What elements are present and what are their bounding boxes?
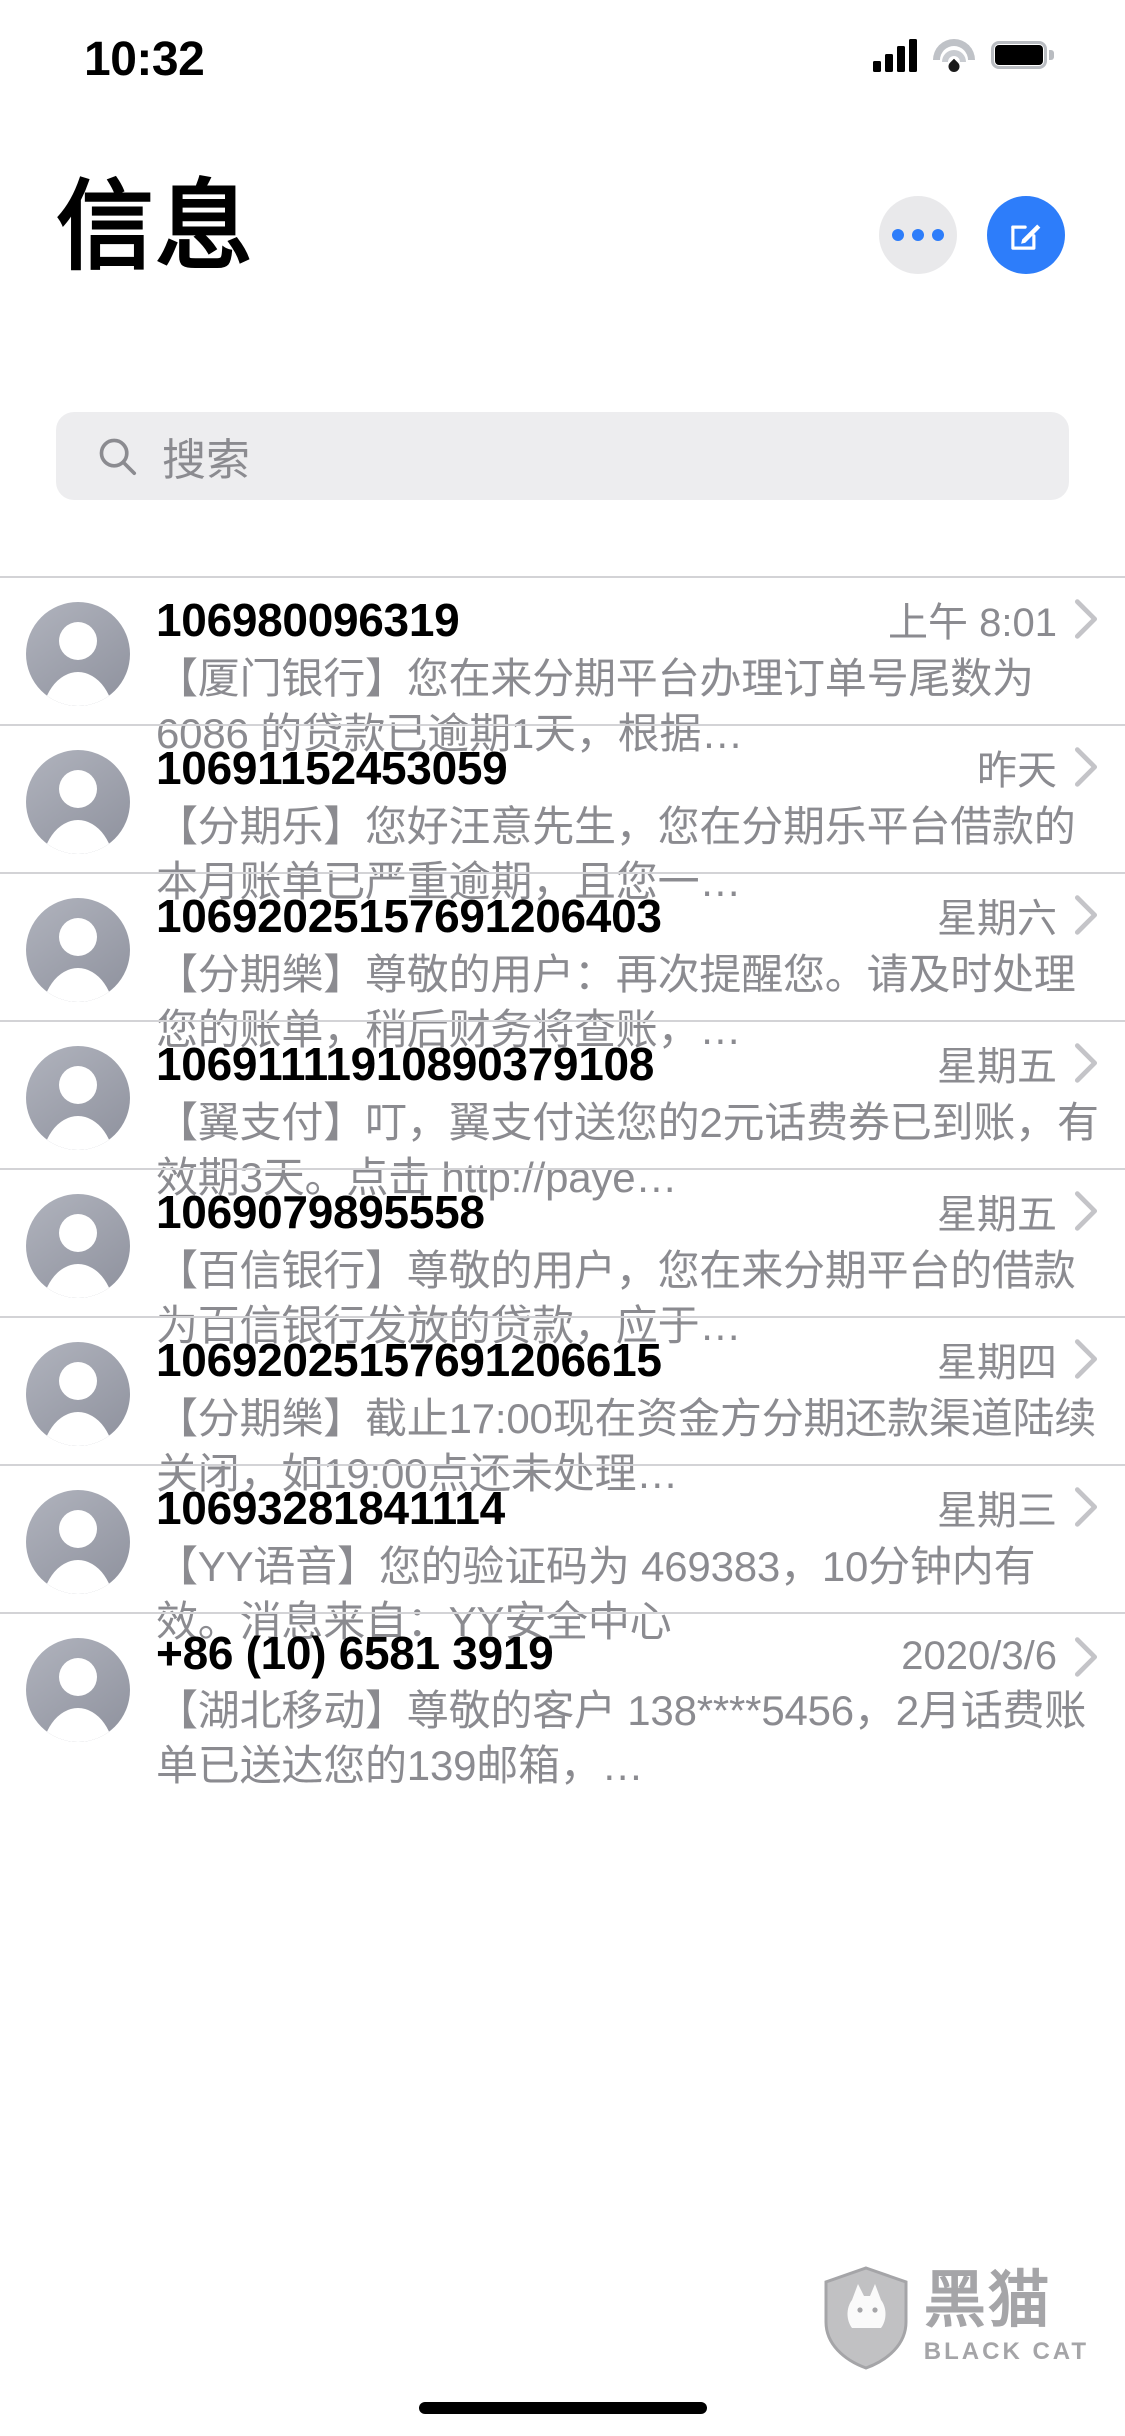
- conversation-sender: 10691152453059: [156, 742, 508, 794]
- conversation-meta: 星期四: [925, 1330, 1099, 1388]
- conversation-row[interactable]: 10693281841114 星期三 【YY语音】您的验证码为 469383，10分…: [0, 1464, 1125, 1645]
- conversation-row[interactable]: 106980096319 上午 8:01 【厦门银行】您在来分期平台办理订单号尾数为…: [0, 576, 1125, 757]
- conversation-sender: 10691111910890379108: [156, 1038, 655, 1090]
- home-indicator[interactable]: [418, 2402, 707, 2414]
- conversation-list: 106980096319 上午 8:01 【厦门银行】您在来分期平台办理订单号尾数为…: [0, 576, 1125, 1789]
- chevron-right-icon[interactable]: [1073, 1041, 1099, 1085]
- conversation-header: 106980096319 上午 8:01: [156, 590, 1099, 648]
- watermark-cn-label: 黑猫: [923, 2266, 1052, 2335]
- conversation-meta: 2020/3/6: [889, 1634, 1099, 1679]
- conversation-timestamp: 星期五: [937, 1045, 1057, 1089]
- chevron-right-icon[interactable]: [1073, 597, 1099, 641]
- conversation-row[interactable]: 10692025157691206615 星期四 【分期樂】截止17:00现在资金方…: [0, 1316, 1125, 1497]
- messages-app-screen: 10:32 信息 搜索 106980096319 上午 8:01 【厦门银行】您…: [0, 0, 1125, 2436]
- conversation-timestamp: 上午 8:01: [888, 601, 1057, 645]
- conversation-meta: 昨天: [965, 738, 1099, 796]
- conversation-header: 10691111910890379108 星期五: [156, 1034, 1099, 1092]
- conversation-row[interactable]: 10692025157691206403 星期六 【分期樂】尊敬的用户：再次提醒您。…: [0, 872, 1125, 1053]
- conversation-sender: 10692025157691206615: [156, 1334, 662, 1386]
- avatar: [0, 1464, 156, 1594]
- conversation-row[interactable]: +86 (10) 6581 3919 2020/3/6 【湖北移动】尊敬的客户 13…: [0, 1612, 1125, 1789]
- compose-message-button[interactable]: [987, 196, 1065, 274]
- avatar: [0, 576, 156, 706]
- conversation-meta: 星期三: [925, 1478, 1099, 1536]
- search-input-placeholder[interactable]: 搜索: [162, 424, 250, 488]
- conversation-header: 1069079895558 星期五: [156, 1182, 1099, 1240]
- conversation-sender: 106980096319: [156, 594, 460, 646]
- more-options-button[interactable]: [879, 196, 957, 274]
- conversation-meta: 星期五: [925, 1182, 1099, 1240]
- black-cat-watermark: 黑猫 BLACK CAT: [822, 2266, 1089, 2370]
- signal-bars-icon: [873, 38, 917, 72]
- conversation-content: +86 (10) 6581 3919 2020/3/6 【湖北移动】尊敬的客户 13…: [156, 1612, 1125, 1793]
- watermark-text: 黑猫 BLACK CAT: [924, 2270, 1089, 2366]
- chevron-right-icon[interactable]: [1073, 745, 1099, 789]
- default-contact-avatar-icon: [26, 1342, 130, 1446]
- conversation-sender: 10692025157691206403: [156, 890, 662, 942]
- conversation-header: +86 (10) 6581 3919 2020/3/6: [156, 1626, 1099, 1680]
- watermark-en-label: BLACK CAT: [923, 2338, 1089, 2365]
- search-bar[interactable]: 搜索: [56, 412, 1069, 500]
- black-cat-shield-logo: [824, 2266, 908, 2370]
- page-title: 信息: [56, 171, 255, 281]
- conversation-timestamp: 昨天: [977, 749, 1057, 793]
- conversation-header: 10692025157691206615 星期四: [156, 1330, 1099, 1388]
- conversation-header: 10691152453059 昨天: [156, 738, 1099, 796]
- chevron-right-icon[interactable]: [1073, 893, 1099, 937]
- default-contact-avatar-icon: [26, 750, 130, 854]
- status-bar: 10:32: [0, 0, 1125, 132]
- default-contact-avatar-icon: [26, 1194, 130, 1298]
- conversation-header: 10692025157691206403 星期六: [156, 886, 1099, 944]
- default-contact-avatar-icon: [26, 602, 130, 706]
- chevron-right-icon[interactable]: [1073, 1485, 1099, 1529]
- conversation-meta: 星期五: [925, 1034, 1099, 1092]
- conversation-timestamp: 星期六: [937, 897, 1057, 941]
- conversation-timestamp: 星期三: [937, 1489, 1057, 1533]
- compose-pencil-icon: [1011, 224, 1041, 250]
- conversation-meta: 上午 8:01: [876, 590, 1099, 648]
- page-header: 信息: [0, 170, 1125, 300]
- conversation-timestamp: 星期四: [937, 1341, 1057, 1385]
- default-contact-avatar-icon: [26, 898, 130, 1002]
- conversation-timestamp: 2020/3/6: [901, 1634, 1057, 1678]
- conversation-row[interactable]: 10691152453059 昨天 【分期乐】您好汪意先生，您在分期乐平台借款的本月…: [0, 724, 1125, 905]
- conversation-header: 10693281841114 星期三: [156, 1478, 1099, 1536]
- wifi-icon: [933, 39, 975, 75]
- conversation-meta: 星期六: [925, 886, 1099, 944]
- default-contact-avatar-icon: [26, 1638, 130, 1742]
- avatar: [0, 724, 156, 854]
- chevron-right-icon[interactable]: [1073, 1189, 1099, 1233]
- status-bar-indicators: [873, 38, 1054, 75]
- avatar: [0, 1168, 156, 1298]
- avatar: [0, 1612, 156, 1742]
- default-contact-avatar-icon: [26, 1490, 130, 1594]
- conversation-sender: 1069079895558: [156, 1186, 485, 1238]
- battery-icon: [991, 41, 1054, 69]
- conversation-timestamp: 星期五: [937, 1193, 1057, 1237]
- chevron-right-icon[interactable]: [1073, 1635, 1099, 1679]
- chevron-right-icon[interactable]: [1073, 1337, 1099, 1381]
- avatar: [0, 1020, 156, 1150]
- header-actions: [879, 196, 1065, 274]
- default-contact-avatar-icon: [26, 1046, 130, 1150]
- conversation-sender: +86 (10) 6581 3919: [156, 1627, 554, 1679]
- conversation-row[interactable]: 1069079895558 星期五 【百信银行】尊敬的用户，您在来分期平台的借款为百…: [0, 1168, 1125, 1349]
- conversation-row[interactable]: 10691111910890379108 星期五 【翼支付】叮，翼支付送您的2元话费…: [0, 1020, 1125, 1201]
- conversation-preview: 【湖北移动】尊敬的客户 138****5456，2月话费账单已送达您的139邮箱…: [156, 1687, 1087, 1789]
- search-icon: [99, 438, 137, 476]
- avatar: [0, 1316, 156, 1446]
- conversation-sender: 10693281841114: [156, 1482, 505, 1534]
- avatar: [0, 872, 156, 1002]
- status-bar-clock: 10:32: [84, 33, 205, 86]
